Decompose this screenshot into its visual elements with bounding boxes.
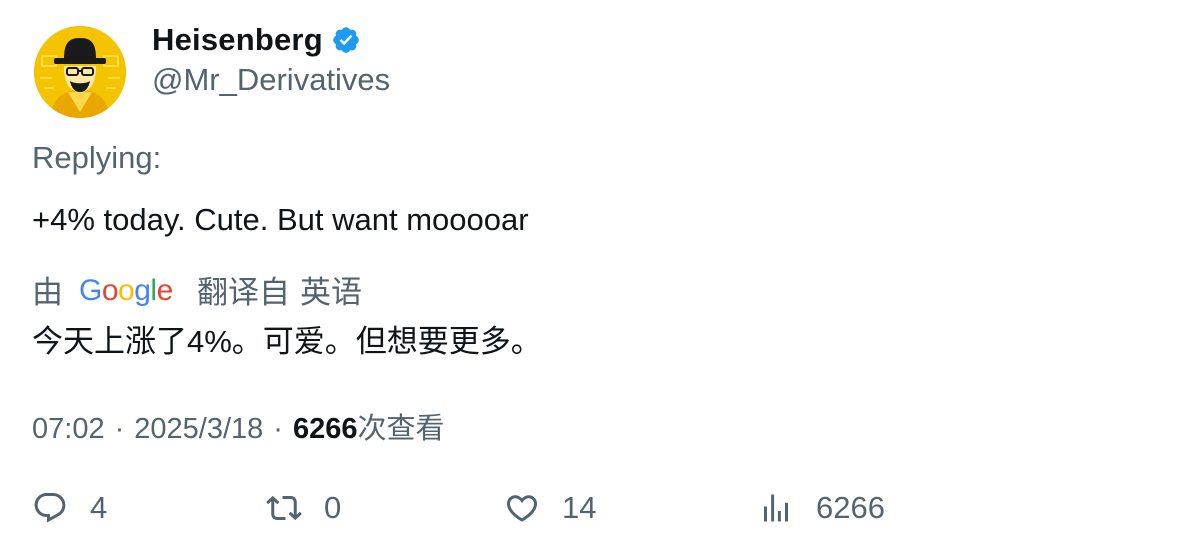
reply-count: 4 [90, 490, 108, 525]
views-action-count: 6266 [816, 490, 885, 525]
svg-text:Google: Google [79, 274, 173, 307]
tweet-time[interactable]: 07:02 [32, 413, 105, 446]
display-name[interactable]: Heisenberg [152, 22, 323, 58]
meta-separator: · [114, 413, 125, 445]
reply-icon [34, 493, 66, 523]
avatar[interactable] [34, 26, 126, 118]
translation-attribution: 由 Google 翻译自 英语 [32, 267, 362, 312]
tweet-text: +4% today. Cute. But want mooooar [32, 202, 529, 237]
heart-icon [506, 495, 538, 522]
heisenberg-avatar-image [34, 26, 126, 118]
views-button[interactable]: 6266 [758, 490, 885, 526]
like-count: 14 [562, 490, 597, 525]
replying-label: Replying: [32, 140, 162, 175]
google-logo-icon[interactable]: Google [79, 270, 179, 310]
verified-badge-icon[interactable] [331, 25, 361, 55]
author-handle[interactable]: @Mr_Derivatives [152, 62, 390, 98]
retweet-count: 0 [324, 490, 342, 525]
translated-text: 今天上涨了4%。可爱。但想要更多。 [32, 324, 542, 359]
views-count: 6266 [292, 413, 358, 445]
retweet-icon [266, 495, 302, 521]
tweet-meta: 07:02 · 2025/3/18 · 6266 次查看 [32, 405, 444, 447]
translated-by-label: 由 [32, 275, 63, 310]
like-button[interactable]: 14 [504, 490, 596, 526]
source-language: 英语 [300, 275, 362, 310]
reply-button[interactable]: 4 [32, 490, 107, 526]
meta-separator: · [273, 413, 283, 445]
translated-from-label: 翻译自 [197, 275, 290, 310]
action-bar: 4 0 14 6266 [0, 490, 1196, 540]
tweet-date[interactable]: 2025/3/18 [134, 413, 263, 446]
analytics-icon [764, 494, 788, 522]
author-name-row: Heisenberg [152, 22, 361, 58]
views-label: 次查看 [357, 413, 445, 445]
retweet-button[interactable]: 0 [266, 490, 341, 526]
